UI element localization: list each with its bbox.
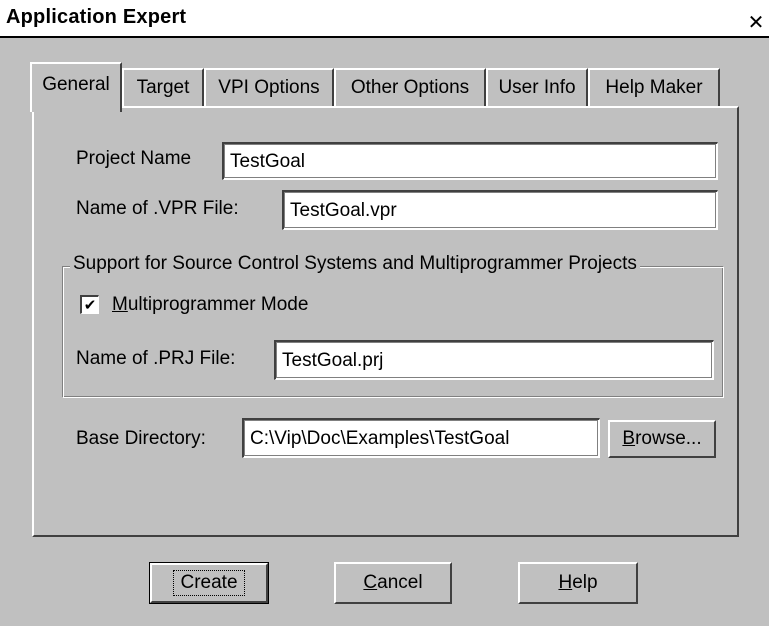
checkmark-icon: ✔ — [83, 295, 97, 314]
tab-label: Target — [136, 77, 190, 98]
vpr-file-label: Name of .VPR File: — [76, 198, 239, 219]
accelerator-key: B — [622, 428, 636, 449]
prj-file-input[interactable] — [274, 340, 714, 380]
help-button[interactable]: Help — [518, 562, 638, 604]
general-tab-panel: Project Name Name of .VPR File: Support … — [32, 106, 739, 537]
tab-help-maker[interactable]: Help Maker — [588, 68, 720, 106]
vpr-file-input[interactable] — [282, 190, 718, 230]
prj-file-label: Name of .PRJ File: — [76, 348, 236, 369]
multiprogrammer-checkbox[interactable]: ✔ — [80, 295, 99, 314]
accelerator-key: H — [558, 572, 573, 593]
help-button-label: Help — [558, 572, 597, 594]
window-title: Application Expert — [6, 6, 187, 28]
tab-user-info[interactable]: User Info — [486, 68, 588, 106]
tab-vpi-options[interactable]: VPI Options — [204, 68, 334, 106]
project-name-label: Project Name — [76, 148, 192, 169]
browse-button-label: Browse... — [622, 428, 701, 450]
project-name-input[interactable] — [222, 142, 718, 180]
application-expert-dialog: Application Expert ✕ General Target VPI … — [0, 0, 769, 626]
create-button-label: Create — [173, 570, 245, 596]
title-bar[interactable]: Application Expert ✕ — [0, 0, 769, 36]
tab-general[interactable]: General — [30, 62, 122, 112]
cancel-button[interactable]: Cancel — [334, 562, 452, 604]
multiprogrammer-label[interactable]: Multiprogrammer Mode — [112, 294, 308, 316]
browse-label-text: rowse... — [635, 428, 702, 449]
tab-label: Other Options — [350, 77, 470, 98]
tab-label: Help Maker — [605, 77, 703, 98]
accelerator-key: C — [363, 572, 378, 593]
multiprogrammer-label-text: ultiprogrammer Mode — [127, 294, 309, 315]
cancel-label-text: ancel — [377, 572, 423, 593]
close-icon[interactable]: ✕ — [745, 12, 767, 34]
tab-label: User Info — [498, 77, 576, 98]
source-control-legend: Support for Source Control Systems and M… — [70, 253, 640, 275]
browse-button[interactable]: Browse... — [608, 420, 716, 458]
tab-target[interactable]: Target — [122, 68, 204, 106]
help-label-text: elp — [572, 572, 598, 593]
create-button[interactable]: Create — [149, 562, 269, 604]
tab-label: General — [42, 74, 110, 95]
tab-other-options[interactable]: Other Options — [334, 68, 486, 106]
tab-label: VPI Options — [218, 77, 320, 98]
base-directory-input[interactable] — [242, 418, 600, 458]
accelerator-key: M — [112, 294, 128, 315]
base-directory-label: Base Directory: — [76, 428, 206, 449]
cancel-button-label: Cancel — [363, 572, 422, 594]
title-bar-divider — [0, 36, 769, 38]
